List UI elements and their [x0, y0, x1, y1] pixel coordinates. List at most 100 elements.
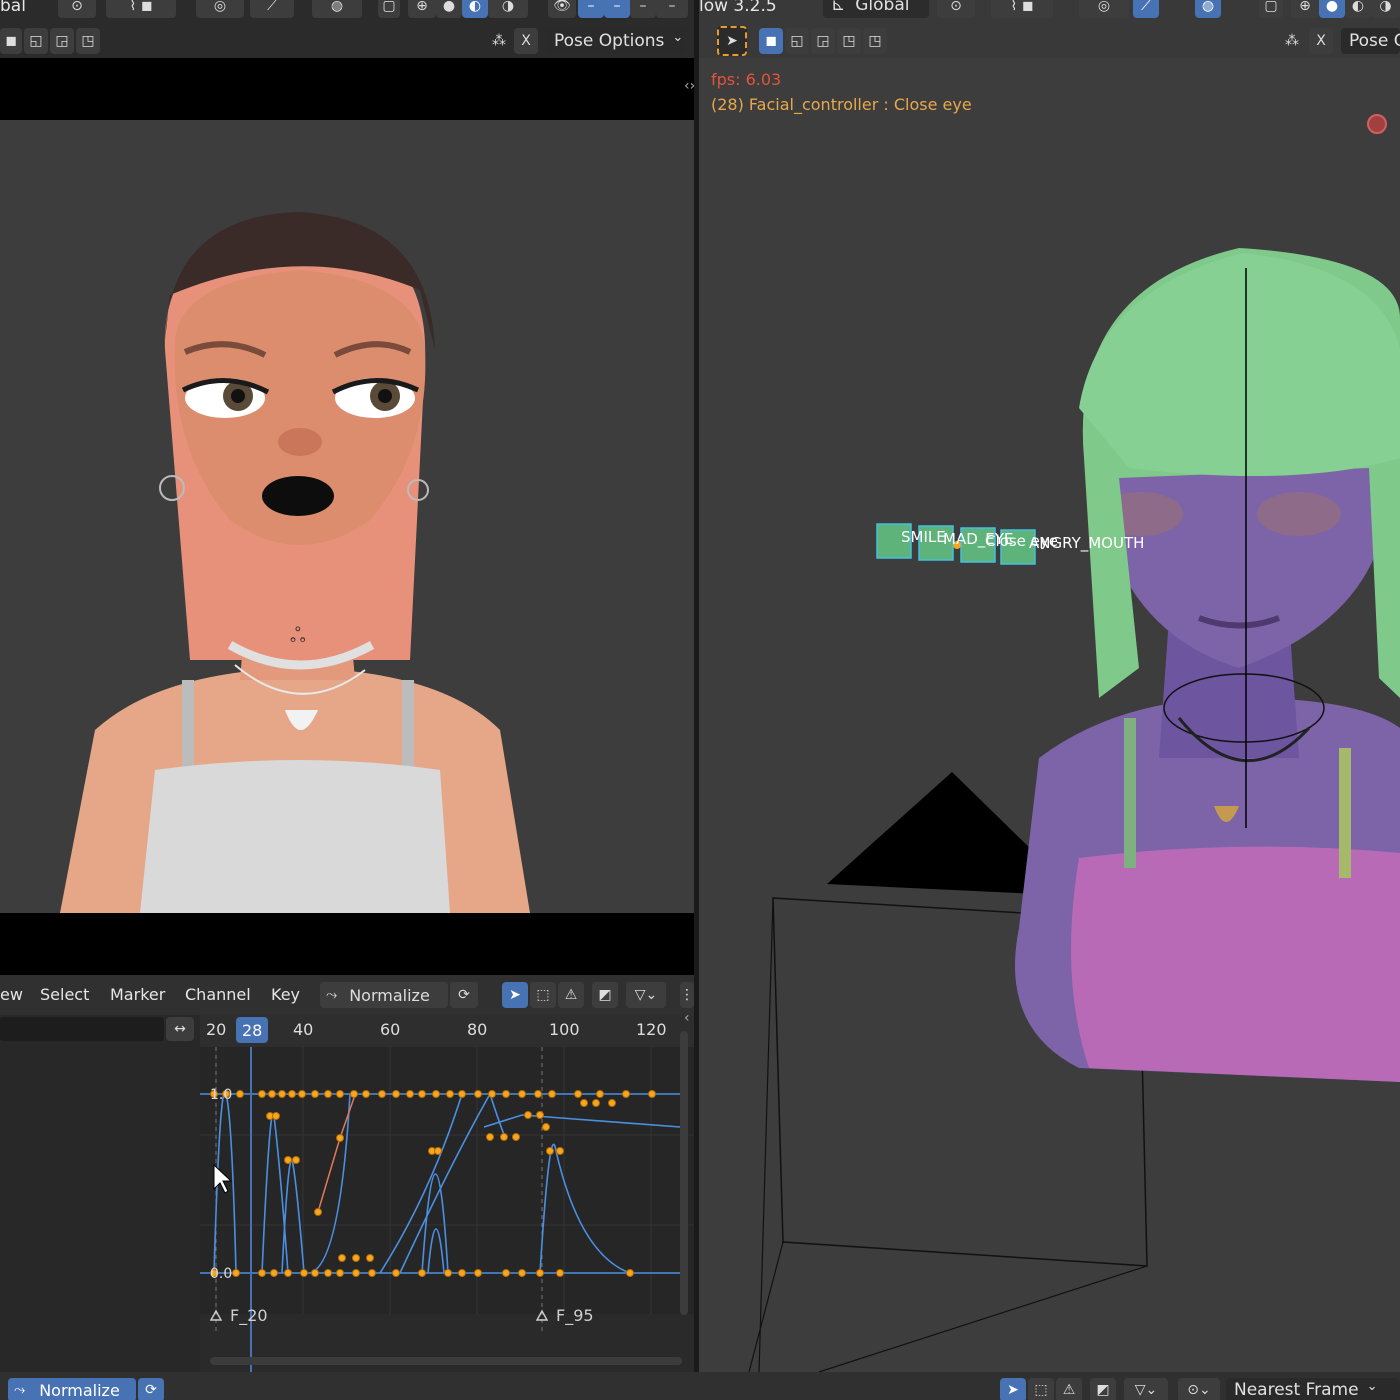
select-intersect-icon[interactable]: ◳ — [837, 28, 861, 54]
shading-solid-icon[interactable]: ● — [1319, 0, 1345, 18]
y-label-one: 1.0 — [210, 1087, 232, 1103]
mirror-y-button[interactable]: – — [604, 0, 630, 18]
mirror-extra-button[interactable]: – — [656, 0, 688, 18]
menu-select[interactable]: Select — [40, 985, 89, 1004]
select-box-icon[interactable]: ⬚ — [1028, 1378, 1054, 1400]
proportional-edit-icon[interactable]: ◎ — [1079, 0, 1129, 18]
pivot-icon[interactable]: ⊙ — [937, 0, 975, 18]
menu-marker[interactable]: Marker — [110, 985, 165, 1004]
graph-curve-icon: ⤳ — [326, 987, 338, 1003]
snap-magnet-icon[interactable]: ⌇ ◼ — [991, 0, 1053, 18]
camera-letterbox-top — [0, 58, 694, 120]
refresh-icon[interactable]: ⟳ — [138, 1378, 164, 1400]
graph-editor-header: ew Select Marker Channel Key ⤳ Normalize… — [0, 975, 694, 1015]
y-label-zero: 0.0 — [210, 1266, 232, 1282]
frame-tick-60: 60 — [380, 1020, 400, 1039]
current-frame-label: 28 — [242, 1021, 262, 1040]
eye-icon[interactable]: 👁 — [548, 0, 576, 18]
frame-tick-100: 100 — [549, 1020, 580, 1039]
pivot-icon[interactable]: ⊙ — [58, 0, 96, 18]
select-box-icon[interactable]: ◼ — [0, 28, 22, 54]
overlay-icon[interactable]: ◍ — [1195, 0, 1221, 18]
mirror-x-button[interactable]: – — [578, 0, 604, 18]
shading-rendered-icon[interactable]: ◑ — [1371, 0, 1400, 18]
right-viewport[interactable]: low 3.2.5 ⊾ Global ⊙ ⌇ ◼ ◎ ⟋ ◍ ▢ ⊕ ● ◐ ◑… — [699, 0, 1400, 1372]
select-invert-icon[interactable]: ◳ — [863, 28, 887, 54]
pose-options-dropdown[interactable]: Pose Options — [546, 28, 686, 54]
wireframe-icon[interactable]: ⊕ — [1291, 0, 1319, 18]
select-subtract-icon[interactable]: ◲ — [50, 28, 74, 54]
vertical-scrollbar[interactable] — [680, 1031, 688, 1315]
snap-magnet-icon[interactable]: ⌇ ◼ — [106, 0, 176, 18]
select-extend-icon[interactable]: ◱ — [24, 28, 48, 54]
arrow-cursor-icon[interactable]: ➤ — [1000, 1378, 1026, 1400]
select-box-icon[interactable]: ⬚ — [530, 982, 556, 1008]
pose-options-dropdown[interactable]: Pose O — [1341, 28, 1400, 54]
shading-material-icon[interactable]: ◐ — [1345, 0, 1371, 18]
wireframe-scene: SMILE MAD_EYE Close eye ANGRY_MOUTH — [748, 248, 1400, 1372]
warning-icon[interactable]: ⚠ — [1056, 1378, 1082, 1400]
xray-icon[interactable]: ▢ — [378, 0, 400, 18]
proportional-edit-icon[interactable]: ◎ — [196, 0, 244, 18]
right-header: low 3.2.5 ⊾ Global ⊙ ⌇ ◼ ◎ ⟋ ◍ ▢ ⊕ ● ◐ ◑… — [699, 0, 1400, 58]
transform-orientation-icon: ⊾ — [831, 0, 846, 15]
channel-search-field[interactable] — [0, 1017, 164, 1041]
bone-tool-icon[interactable]: ⟋ — [1133, 0, 1159, 18]
rendered-character-image: ஃ — [60, 212, 530, 913]
bone-tool-icon[interactable]: ⟋ — [250, 0, 294, 18]
fcurve-graph[interactable]: 20 40 60 80 100 120 1.0 0.0 28 F_20 F_95… — [200, 1015, 694, 1372]
normalize-label: Normalize — [39, 1380, 120, 1400]
menu-key[interactable]: Key — [271, 985, 300, 1004]
wireframe-icon[interactable]: ⊕ — [408, 0, 436, 18]
overflow-icon[interactable]: ⋮ — [680, 982, 694, 1008]
channel-region[interactable] — [0, 1015, 200, 1372]
overlay-icon[interactable]: ◍ — [312, 0, 362, 18]
snap-mode-dropdown[interactable]: Nearest Frame — [1226, 1378, 1400, 1400]
graph-editor[interactable]: ew Select Marker Channel Key ⤳ Normalize… — [0, 975, 694, 1372]
xray-icon[interactable]: ▢ — [1259, 0, 1283, 18]
bone-label-smile[interactable]: SMILE — [901, 528, 946, 546]
select-tweak-icon[interactable]: ➤ — [717, 26, 747, 56]
normalize-button[interactable]: ⤳ Normalize — [8, 1378, 136, 1400]
normalize-label: Normalize — [349, 985, 430, 1005]
close-button[interactable]: X — [1309, 28, 1333, 54]
marker-f20-label[interactable]: F_20 — [230, 1306, 268, 1326]
gizmo-icon[interactable]: ⁂ — [1279, 28, 1305, 54]
svg-text:ஃ: ஃ — [290, 623, 306, 647]
graph-curve-icon: ⤳ — [14, 1382, 26, 1398]
filter-icon[interactable]: ▽⌄ — [626, 982, 666, 1008]
horizontal-resize-icon[interactable]: ↔ — [166, 1017, 194, 1041]
shading-solid-icon[interactable]: ● — [436, 0, 462, 18]
bone-label-angry-mouth[interactable]: ANGRY_MOUTH — [1029, 534, 1144, 553]
transform-orientation-dropdown[interactable]: ⊾ Global — [823, 0, 929, 18]
sidebar-toggle-icon[interactable]: ‹ — [684, 1015, 690, 1026]
filter-icon[interactable]: ▽⌄ — [1124, 1378, 1168, 1400]
shading-material-icon[interactable]: ◐ — [462, 0, 488, 18]
transform-orientation-dropdown[interactable]: bal — [0, 0, 26, 16]
frame-tick-40: 40 — [293, 1020, 313, 1039]
arrow-cursor-icon[interactable]: ➤ — [502, 982, 528, 1008]
gizmo-icon[interactable]: ⁂ — [486, 28, 512, 54]
normalize-curve-icon[interactable]: ◩ — [592, 982, 618, 1008]
frame-tick-120: 120 — [636, 1020, 667, 1039]
select-extend-icon[interactable]: ◱ — [785, 28, 809, 54]
select-box-icon[interactable]: ◼ — [759, 28, 783, 54]
mirror-z-button[interactable]: – — [630, 0, 656, 18]
warning-icon[interactable]: ⚠ — [558, 982, 584, 1008]
frame-tick-80: 80 — [467, 1020, 487, 1039]
normalize-button[interactable]: ⤳ Normalize — [320, 982, 448, 1008]
select-subtract-icon[interactable]: ◲ — [811, 28, 835, 54]
pivot-icon[interactable]: ⊙⌄ — [1178, 1378, 1220, 1400]
normalize-curve-icon[interactable]: ◩ — [1090, 1378, 1116, 1400]
version-dropdown[interactable]: low 3.2.5 — [699, 0, 777, 16]
horizontal-scrollbar[interactable] — [210, 1357, 682, 1365]
shading-rendered-icon[interactable]: ◑ — [488, 0, 528, 18]
marker-f95-label[interactable]: F_95 — [556, 1306, 594, 1326]
refresh-icon[interactable]: ⟳ — [450, 982, 478, 1008]
left-viewport[interactable]: bal ⊙ ⌇ ◼ ◎ ⟋ ◍ ▢ ⊕ ● ◐ ◑ 👁 – – – – ◼ ◱ … — [0, 0, 695, 975]
close-button[interactable]: X — [514, 28, 538, 54]
menu-channel[interactable]: Channel — [185, 985, 251, 1004]
menu-view[interactable]: ew — [0, 985, 23, 1004]
select-intersect-icon[interactable]: ◳ — [76, 28, 100, 54]
left-header: bal ⊙ ⌇ ◼ ◎ ⟋ ◍ ▢ ⊕ ● ◐ ◑ 👁 – – – – ◼ ◱ … — [0, 0, 694, 58]
